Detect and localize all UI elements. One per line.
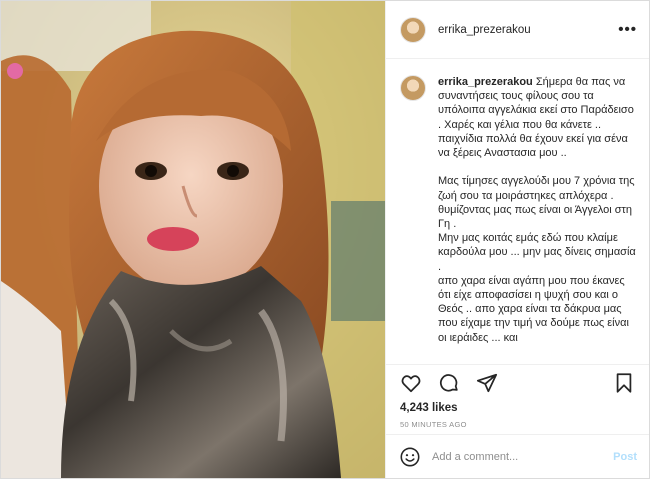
likes-count[interactable]: 4,243 likes <box>386 400 649 416</box>
comment-input[interactable] <box>432 450 614 463</box>
author-avatar[interactable] <box>400 16 426 43</box>
comment-bar: Post <box>386 434 649 478</box>
instagram-post: errika_prezerakou ••• errika_prezerakou … <box>0 0 650 479</box>
caption-username[interactable]: errika_prezerakou <box>438 76 533 88</box>
post-photo[interactable] <box>1 1 385 478</box>
more-options-icon[interactable]: ••• <box>618 21 637 38</box>
action-bar <box>386 364 649 400</box>
comment-bubble-icon[interactable] <box>436 370 462 396</box>
caption-avatar[interactable] <box>400 75 426 101</box>
post-header: errika_prezerakou ••• <box>386 1 649 59</box>
post-timestamp[interactable]: 50 MINUTES AGO <box>386 416 649 434</box>
caption-text: errika_prezerakou Σήμερα θα πας να συναν… <box>438 75 637 364</box>
save-bookmark-icon[interactable] <box>611 370 637 396</box>
caption-container: errika_prezerakou Σήμερα θα πας να συναν… <box>386 59 649 364</box>
post-comment-button[interactable]: Post <box>613 451 637 463</box>
emoji-smiley-icon[interactable] <box>398 445 422 469</box>
post-photo-image <box>1 1 385 478</box>
share-paper-plane-icon[interactable] <box>474 370 500 396</box>
like-heart-icon[interactable] <box>398 370 424 396</box>
post-side-panel: errika_prezerakou ••• errika_prezerakou … <box>385 1 649 478</box>
author-username[interactable]: errika_prezerakou <box>438 24 618 36</box>
caption-body: Σήμερα θα πας να συναντήσεις τους φίλους… <box>438 76 636 344</box>
